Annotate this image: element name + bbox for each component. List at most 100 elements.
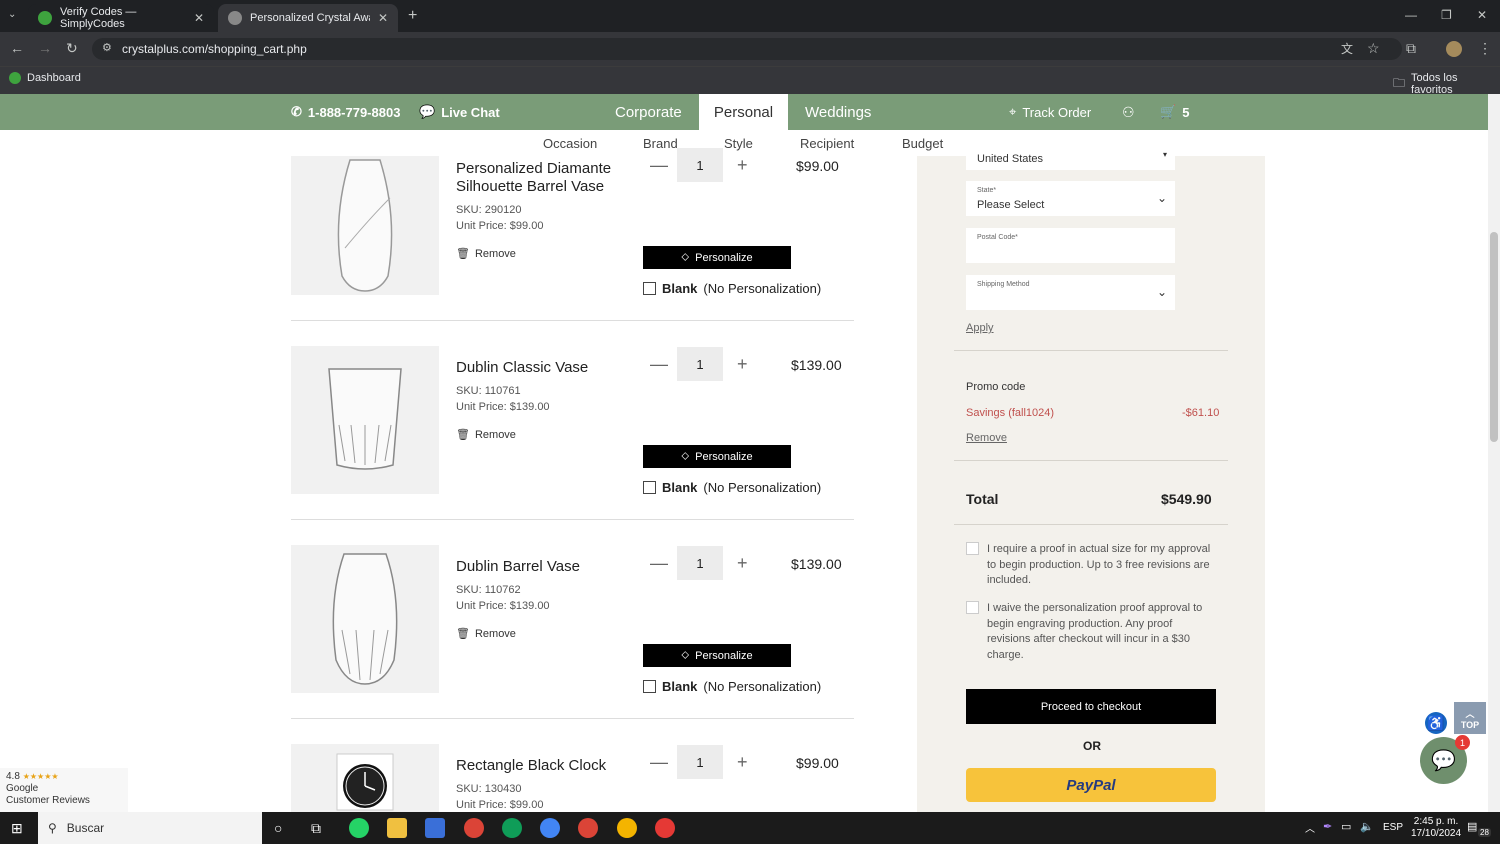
forward-icon[interactable]: → [38,40,52,56]
cart-link[interactable]: 🛒 5 [1160,94,1189,130]
subnav-brand[interactable]: Brand [643,136,678,151]
minimize-icon[interactable]: — [1405,8,1417,22]
accessibility-icon[interactable]: ♿ [1425,712,1447,734]
chrome-icon[interactable] [464,818,484,838]
subnav-budget[interactable]: Budget [902,136,943,151]
state-select[interactable]: State* Please Select ⌄ [966,181,1175,216]
page-scrollbar[interactable] [1488,94,1500,812]
menu-kebab-icon[interactable]: ⋮ [1478,40,1492,57]
qty-input[interactable]: 1 [677,347,723,381]
chrome-icon[interactable] [540,818,560,838]
bookmark-star-icon[interactable]: ☆ [1367,40,1380,57]
pen-icon[interactable]: ✒ [1323,820,1332,833]
qty-increase-button[interactable]: + [737,553,748,574]
nav-corporate[interactable]: Corporate [615,94,682,130]
qty-input[interactable]: 1 [677,546,723,580]
bookmark-all-favorites[interactable]: 🗀 Todos los favoritos [1393,72,1500,96]
qty-decrease-button[interactable]: — [650,553,668,574]
qty-input[interactable]: 1 [677,148,723,182]
translate-icon[interactable]: 文 [1341,40,1353,57]
remove-item-button[interactable]: 🗑 Remove [456,627,516,641]
qty-decrease-button[interactable]: — [650,155,668,176]
personalize-button[interactable]: ⬦ Personalize [643,246,791,269]
app-icon[interactable] [425,818,445,838]
taskbar-search[interactable]: ⚲ Buscar [38,812,262,844]
file-explorer-icon[interactable] [387,818,407,838]
bookmark-dashboard[interactable]: Dashboard [9,72,81,84]
chrome-icon[interactable] [578,818,598,838]
product-image[interactable] [291,156,439,295]
qty-increase-button[interactable]: + [737,354,748,375]
scrollbar-thumb[interactable] [1490,232,1498,442]
blank-option[interactable]: Blank (No Personalization) [643,480,821,495]
nav-weddings[interactable]: Weddings [805,94,871,130]
remove-item-button[interactable]: 🗑 Remove [456,247,516,261]
product-name[interactable]: Dublin Classic Vase [456,359,626,377]
network-icon[interactable]: ▭ [1341,820,1351,833]
tab-verify-codes[interactable]: Verify Codes — SimplyCodes ✕ [28,4,214,32]
country-select[interactable]: United States ▾ [966,146,1175,170]
blank-checkbox[interactable] [643,680,656,693]
google-reviews-badge[interactable]: 4.8 ★★★★★ Google Customer Reviews [0,768,128,812]
qty-decrease-button[interactable]: — [650,354,668,375]
shipping-method-select[interactable]: Shipping Method ⌄ [966,275,1175,310]
chrome-icon[interactable] [502,818,522,838]
chrome-icon[interactable] [617,818,637,838]
live-chat-link[interactable]: 💬 Live Chat [419,94,500,130]
subnav-occasion[interactable]: Occasion [543,136,597,151]
qty-increase-button[interactable]: + [737,155,748,176]
blank-checkbox[interactable] [643,282,656,295]
chrome-icon[interactable] [655,818,675,838]
maximize-icon[interactable]: ❐ [1441,8,1452,22]
back-icon[interactable]: ← [10,40,24,56]
remove-item-button[interactable]: 🗑 Remove [456,428,516,442]
postal-code-input[interactable]: Postal Code* [966,228,1175,263]
extensions-icon[interactable]: ⧉ [1406,40,1416,57]
subnav-style[interactable]: Style [724,136,753,151]
product-name[interactable]: Dublin Barrel Vase [456,558,626,576]
qty-decrease-button[interactable]: — [650,752,668,773]
product-name[interactable]: Personalized Diamante Silhouette Barrel … [456,160,626,196]
promo-remove-link[interactable]: Remove [966,432,1007,444]
proof-checkbox[interactable] [966,542,979,555]
product-image[interactable] [291,744,439,812]
blank-option[interactable]: Blank (No Personalization) [643,679,821,694]
clock[interactable]: 2:45 p. m. 17/10/2024 [1411,816,1461,840]
personalize-button[interactable]: ⬦ Personalize [643,644,791,667]
tab-crystalplus[interactable]: Personalized Crystal Awards, Gi ✕ [218,4,398,32]
site-info-icon[interactable]: ⚙ [102,41,112,54]
notifications-icon[interactable]: ▤ [1467,820,1477,833]
blank-checkbox[interactable] [643,481,656,494]
product-image[interactable] [291,346,439,494]
address-bar[interactable]: ⚙ crystalplus.com/shopping_cart.php [92,38,1402,60]
tray-chevron-icon[interactable]: ︿ [1305,820,1315,835]
whatsapp-icon[interactable] [349,818,369,838]
reload-icon[interactable]: ↻ [66,40,78,57]
nav-personal[interactable]: Personal [699,94,788,130]
volume-icon[interactable]: 🔈 [1360,820,1374,833]
phone-link[interactable]: ✆ 1-888-779-8803 [291,94,400,130]
proof-consent-option[interactable]: I require a proof in actual size for my … [966,542,1216,589]
task-view-icon[interactable]: ⧉ [311,820,321,837]
subnav-recipient[interactable]: Recipient [800,136,854,151]
back-to-top-button[interactable]: ︿ TOP [1454,702,1486,734]
proceed-to-checkout-button[interactable]: Proceed to checkout [966,689,1216,724]
cortana-icon[interactable]: ○ [274,820,282,836]
close-tab-icon[interactable]: ✕ [194,11,204,25]
close-window-icon[interactable]: ✕ [1477,8,1487,22]
close-tab-icon[interactable]: ✕ [378,11,388,25]
waive-checkbox[interactable] [966,601,979,614]
qty-increase-button[interactable]: + [737,752,748,773]
profile-avatar[interactable] [1446,41,1462,57]
qty-input[interactable]: 1 [677,745,723,779]
blank-option[interactable]: Blank (No Personalization) [643,281,821,296]
account-icon[interactable]: ⚇ [1122,94,1135,130]
personalize-button[interactable]: ⬦ Personalize [643,445,791,468]
windows-start-icon[interactable]: ⊞ [11,820,23,837]
product-image[interactable] [291,545,439,693]
waive-consent-option[interactable]: I waive the personalization proof approv… [966,601,1216,663]
tab-list-icon[interactable]: ⌄ [8,9,16,20]
product-name[interactable]: Rectangle Black Clock [456,757,626,775]
track-order-link[interactable]: ⌖ Track Order [1009,94,1091,130]
language-indicator[interactable]: ESP [1383,822,1403,833]
